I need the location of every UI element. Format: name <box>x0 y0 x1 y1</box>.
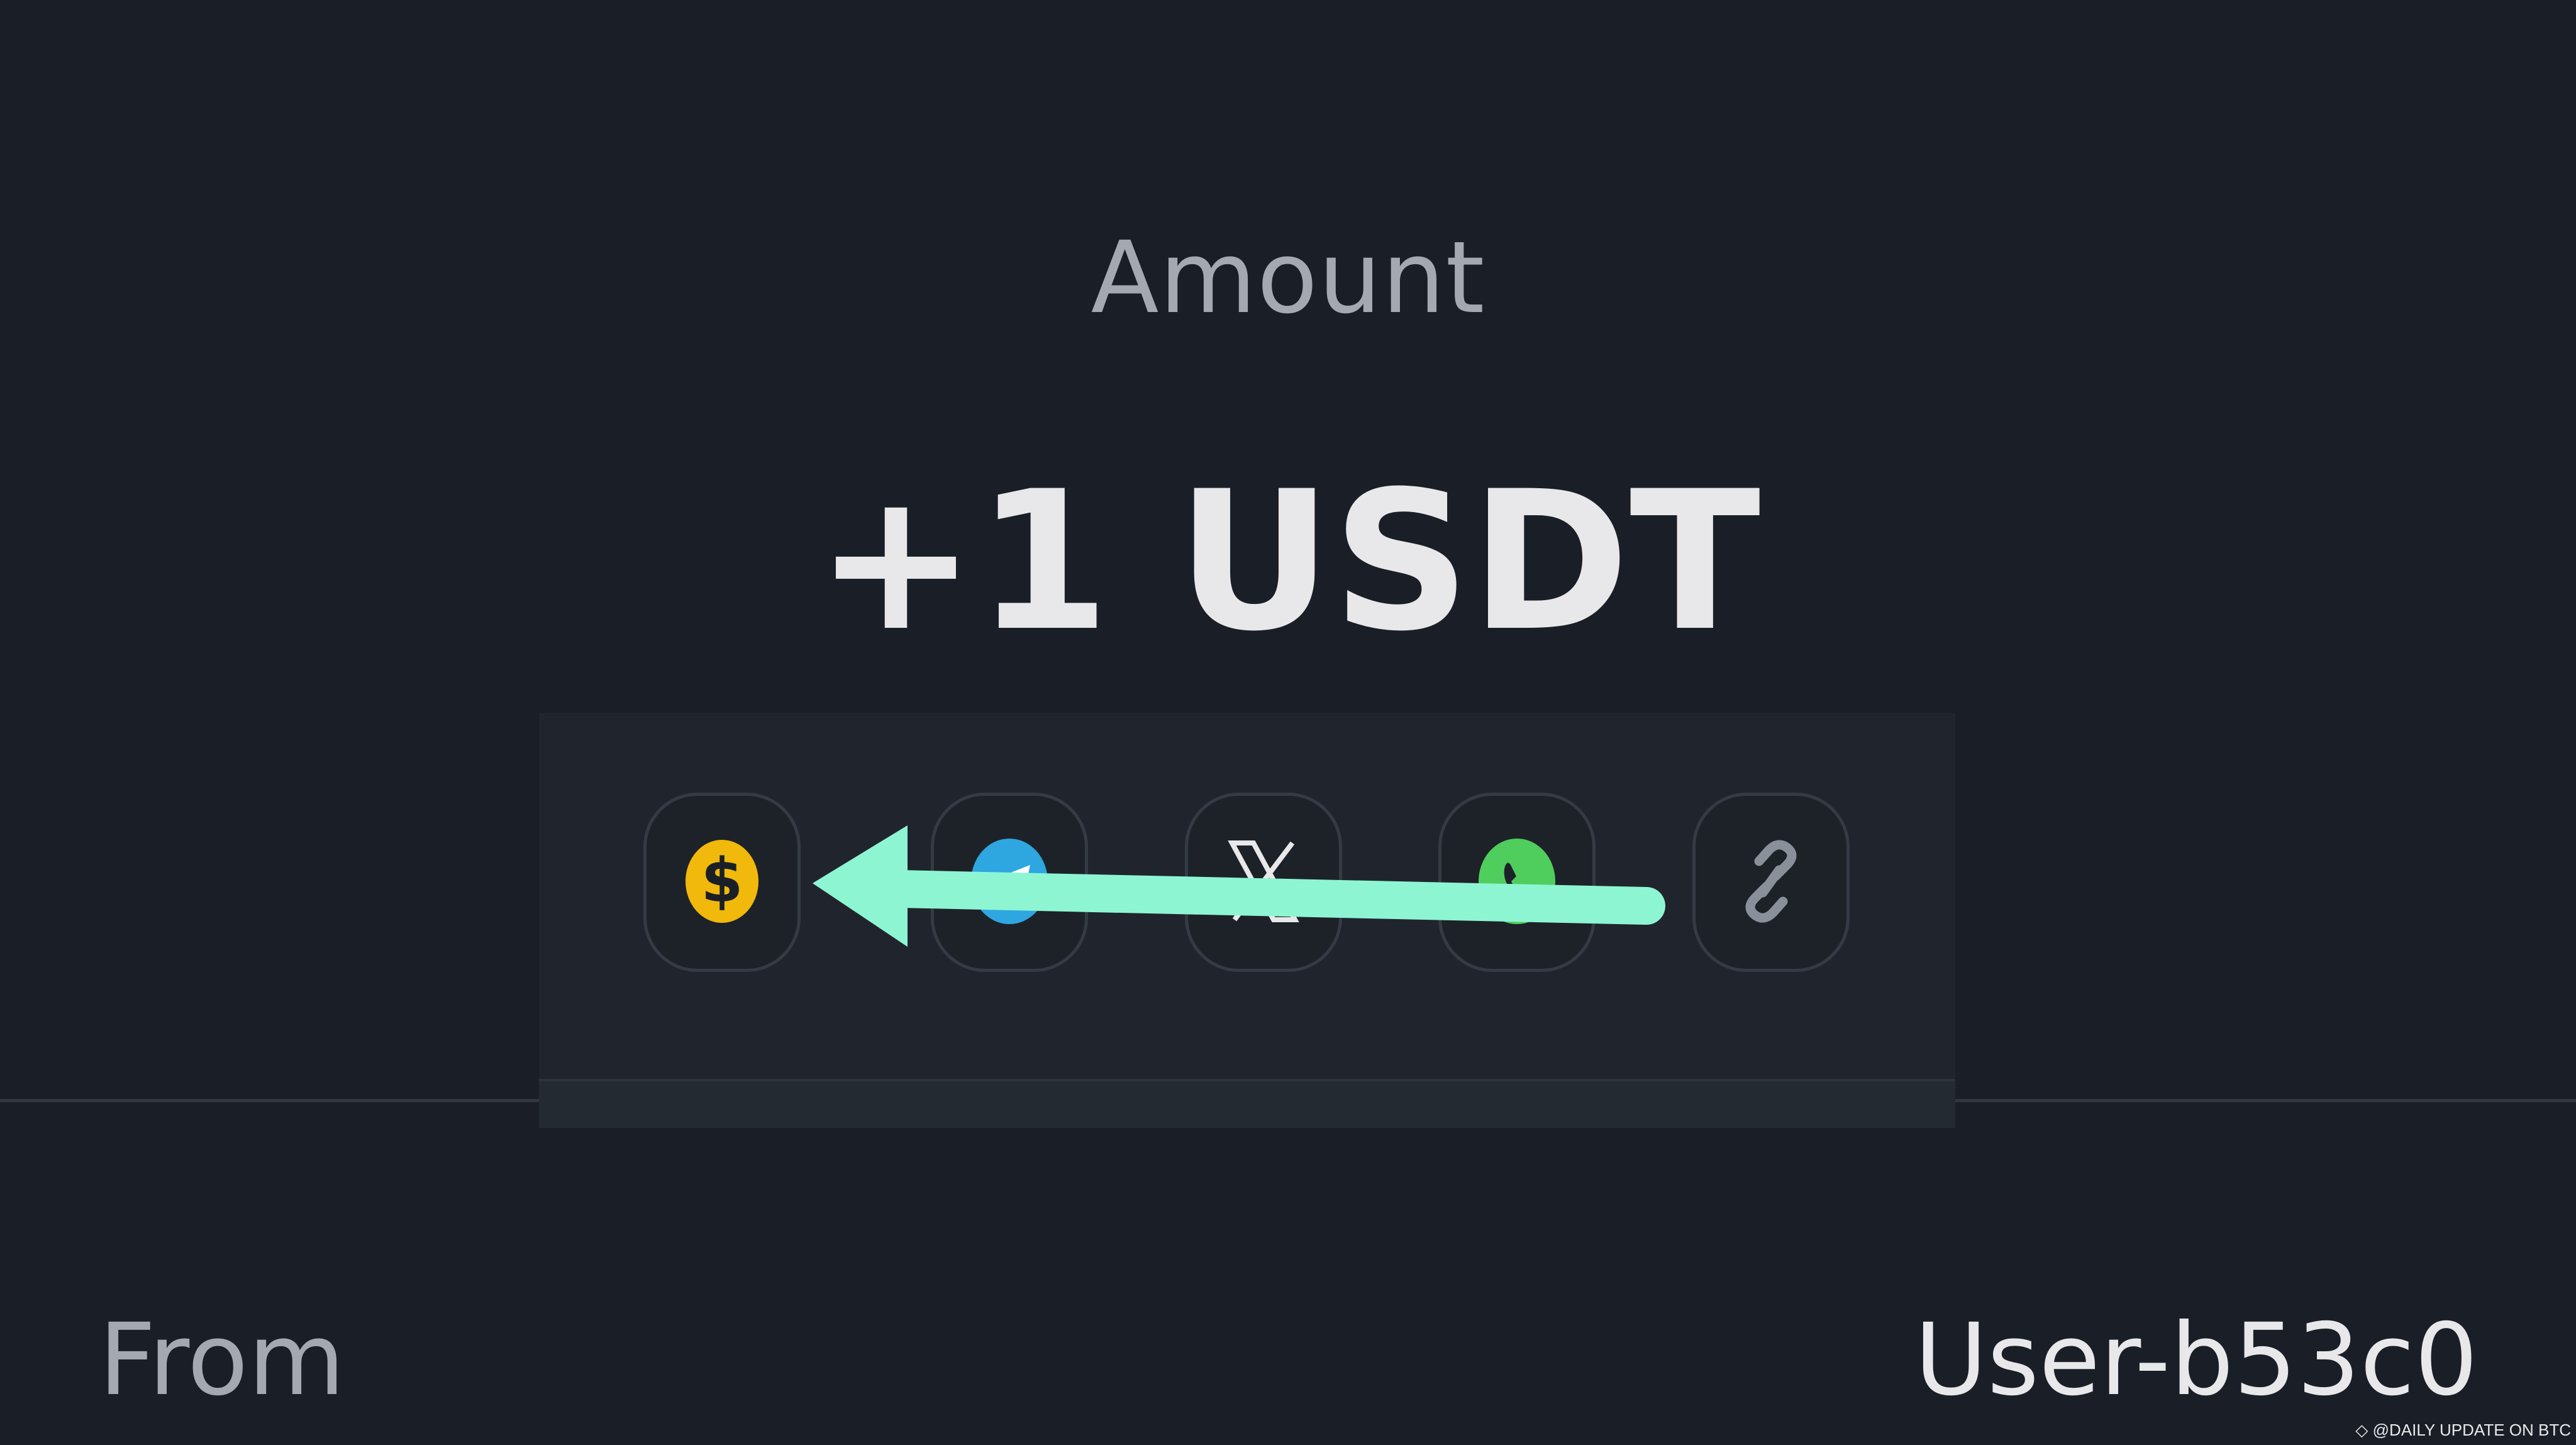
svg-text:$: $ <box>701 845 743 916</box>
link-icon <box>1730 837 1812 928</box>
watermark: ◇ @DAILY UPDATE ON BTC <box>2355 1420 2571 1440</box>
share-whatsapp-button[interactable] <box>1438 793 1596 972</box>
dollar-coin-icon: $ <box>684 839 760 927</box>
from-label: From <box>99 1302 345 1418</box>
panel-footer <box>539 1081 1955 1128</box>
amount-value: +1 USDT <box>815 450 1761 673</box>
copy-link-button[interactable] <box>1692 793 1850 972</box>
share-telegram-button[interactable] <box>931 793 1088 972</box>
watermark-text: @DAILY UPDATE ON BTC <box>2372 1420 2571 1439</box>
share-x-button[interactable] <box>1185 793 1342 972</box>
from-value: User-b53c0 <box>1914 1302 2478 1418</box>
whatsapp-icon <box>1477 837 1557 928</box>
x-icon <box>1226 840 1301 925</box>
telegram-icon <box>970 837 1049 928</box>
diamond-icon: ◇ <box>2355 1420 2368 1439</box>
amount-label: Amount <box>1091 220 1485 336</box>
share-coin-button[interactable]: $ <box>643 793 801 972</box>
